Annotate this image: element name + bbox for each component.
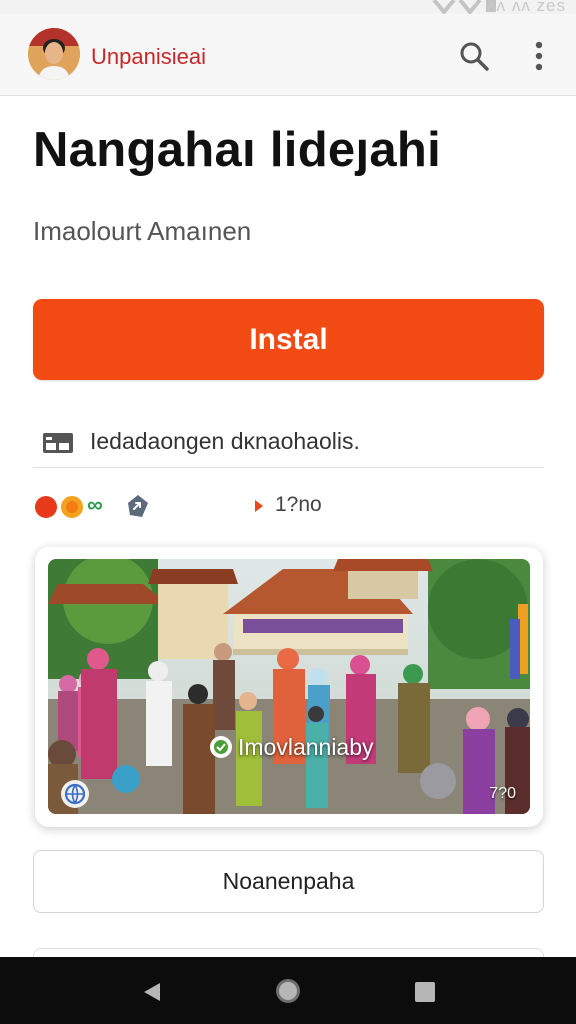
check-circle-icon [210,736,232,758]
infinity-icon: ∞ [87,492,103,517]
secondary-button[interactable]: Noanenpaha [33,850,544,913]
orange-ring-icon [61,496,83,518]
media-duration: 7?0 [489,785,516,802]
install-button[interactable]: Instal [33,299,544,380]
store-icon [43,433,73,453]
media-photo: Imovlanniaby 7?0 [48,559,530,814]
play-small-icon [255,500,263,512]
more-options-button[interactable] [524,38,554,74]
share-icon[interactable] [125,493,151,519]
globe-icon [64,783,86,805]
media-card[interactable]: Imovlanniaby 7?0 [35,547,543,827]
app-bar: Unpanisieai [0,14,576,96]
system-navigation-bar [0,957,576,1024]
status-bar: ᴧᴧ ᴧᴧ zes [0,0,576,15]
info-row[interactable]: Iedadaongen dĸnaohaolis. [33,420,544,468]
more-vert-icon [535,41,543,71]
recents-icon[interactable] [415,982,435,1002]
meta-row: ∞ 1?no [33,490,544,524]
community-photo [48,559,530,814]
media-badge: Imovlanniaby [210,730,374,764]
home-icon[interactable] [276,979,300,1003]
search-button[interactable] [456,38,492,74]
media-corner-icon [61,780,89,808]
back-icon[interactable] [142,981,162,1003]
avatar[interactable] [28,28,80,80]
checkmark-icon [211,737,231,757]
page-title: Nangahaı lideȷahi [33,123,442,177]
page-subtitle: Imaolourt Amaınen [33,216,252,246]
app-brand-name: Unpanisieai [91,44,206,69]
red-dot-icon [35,496,57,518]
media-badge-label: Imovlanniaby [238,733,374,760]
info-text: Iedadaongen dĸnaohaolis. [90,428,360,454]
avatar-photo [28,28,80,80]
search-icon [460,42,489,71]
meta-count: 1?no [275,493,322,516]
